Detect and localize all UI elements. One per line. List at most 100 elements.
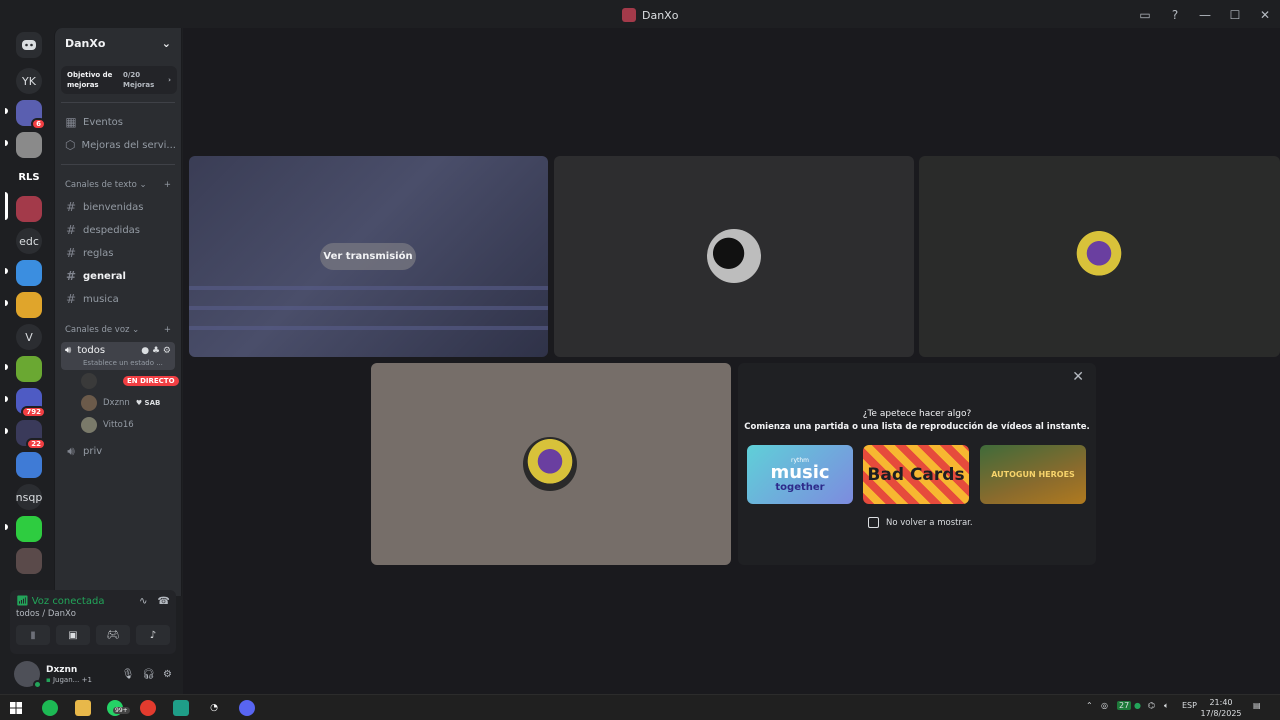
participant-tile[interactable] xyxy=(554,156,914,357)
clock[interactable]: 21:40 17/8/2025 xyxy=(1196,697,1246,719)
channel-musica[interactable]: # musica xyxy=(61,288,175,310)
server-avatar[interactable]: 22 xyxy=(16,420,46,450)
participant-tile[interactable] xyxy=(371,363,731,565)
close-icon[interactable]: ✕ xyxy=(1072,369,1084,385)
voice-status[interactable]: Establece un estado ... xyxy=(83,359,171,367)
voice-channel-priv[interactable]: 🔊︎ priv xyxy=(61,440,175,462)
voice-stage: Ver transmisión ✕ ¿Te apetece hacer algo… xyxy=(183,28,1280,694)
tray-app-badge[interactable]: 27 xyxy=(1117,701,1132,710)
server-rail: YK 6 RLS edc V 792 22 nsqp xyxy=(0,30,56,596)
channel-general[interactable]: # general xyxy=(61,265,175,287)
dont-show-again-checkbox[interactable]: No volver a mostrar. xyxy=(868,517,973,528)
whatsapp-icon[interactable]: 99+ xyxy=(107,700,130,716)
language-indicator[interactable]: ESP xyxy=(1182,701,1197,710)
server-avatar[interactable]: 6 xyxy=(16,100,46,130)
window-title: DanXo xyxy=(622,8,678,22)
guild-header[interactable]: DanXo ⌄ xyxy=(55,28,181,58)
server-avatar[interactable] xyxy=(16,452,42,478)
notifications-icon[interactable]: ▤ xyxy=(1253,701,1261,710)
watch-stream-button[interactable]: Ver transmisión xyxy=(320,243,416,270)
server-nsqp[interactable]: nsqp xyxy=(16,484,42,510)
microphone-icon[interactable]: 🎙︎ xyxy=(122,669,135,680)
wifi-icon[interactable]: ⌬ xyxy=(1148,701,1155,710)
avatar xyxy=(707,229,761,283)
hashtag-icon: # xyxy=(65,292,77,306)
channel-action-icons[interactable]: ● ♣ ⚙ xyxy=(141,346,171,356)
events-item[interactable]: ▦ Eventos xyxy=(61,111,175,133)
server-avatar[interactable] xyxy=(16,548,42,574)
spotify-icon[interactable] xyxy=(42,700,58,716)
server-avatar[interactable] xyxy=(16,132,42,158)
server-avatar[interactable] xyxy=(16,260,42,286)
gamepad-icon: ▪ xyxy=(46,675,51,684)
server-v[interactable]: V xyxy=(16,324,42,350)
signal-icon: 📶︎ xyxy=(16,596,29,607)
help-icon[interactable]: ? xyxy=(1160,8,1190,22)
inbox-icon[interactable]: ▭ xyxy=(1130,8,1160,22)
voice-user[interactable]: Dxznn ♥ SAB xyxy=(81,392,181,414)
server-yk[interactable]: YK xyxy=(16,68,42,94)
tray-app-icon[interactable]: ◎ xyxy=(1101,701,1108,710)
avatar xyxy=(81,395,97,411)
settings-gear-icon[interactable]: ⚙ xyxy=(163,669,172,680)
server-rls[interactable]: RLS xyxy=(16,164,42,190)
server-avatar[interactable] xyxy=(16,356,42,382)
speaker-icon: 🔊︎ xyxy=(67,443,75,458)
server-avatar[interactable]: 792 xyxy=(16,388,46,418)
server-avatar[interactable] xyxy=(16,292,42,318)
chevron-down-icon: ⌄ xyxy=(161,36,171,50)
guild-tag: ♥ SAB xyxy=(135,399,161,407)
participant-tile[interactable] xyxy=(919,156,1280,357)
activity-card-bad-cards[interactable]: Bad Cards xyxy=(863,445,969,504)
hashtag-icon: # xyxy=(65,269,77,283)
voice-channel-todos[interactable]: 🔊︎ todos ● ♣ ⚙ Establece un estado ... xyxy=(61,342,175,370)
discord-icon[interactable] xyxy=(239,700,255,716)
text-category[interactable]: Canales de texto ⌄ + xyxy=(61,175,175,195)
server-edc[interactable]: edc xyxy=(16,228,42,254)
channel-reglas[interactable]: # reglas xyxy=(61,242,175,264)
camera-off-button[interactable]: ▮ xyxy=(16,625,50,645)
add-channel-icon[interactable]: + xyxy=(164,180,171,190)
volume-icon[interactable]: 🔈︎ xyxy=(1164,701,1169,711)
voice-category[interactable]: Canales de voz ⌄ + xyxy=(61,320,175,340)
hashtag-icon: # xyxy=(65,200,77,214)
tray-status-icon[interactable]: ● xyxy=(1134,701,1141,710)
chevron-up-icon[interactable]: ⌃ xyxy=(1086,701,1093,710)
hashtag-icon: # xyxy=(65,223,77,237)
noise-suppression-icon[interactable]: ∿ xyxy=(139,596,147,607)
activity-button[interactable]: 🎮︎ xyxy=(96,625,130,645)
discord-home-icon[interactable] xyxy=(16,32,42,58)
server-icon xyxy=(622,8,636,22)
chevron-right-icon: › xyxy=(168,76,171,84)
avatar[interactable] xyxy=(14,661,42,689)
activity-card-music[interactable]: rythm music together xyxy=(747,445,853,504)
server-danxo[interactable] xyxy=(16,196,42,222)
headphones-icon[interactable]: 🎧︎ xyxy=(142,669,155,680)
maximize-button[interactable]: ☐ xyxy=(1220,8,1250,22)
boost-goal[interactable]: Objetivo de mejoras 0/20 Mejoras › xyxy=(61,66,177,94)
add-channel-icon[interactable]: + xyxy=(164,325,171,335)
app-icon[interactable]: ◔ xyxy=(206,700,222,716)
taskbar: 99+ ◔ ⌃ ◎ 27 ● ⌬ 🔈︎ ESP 21:40 17/8/2025 … xyxy=(0,694,1280,720)
voice-user[interactable]: EN DIRECTO xyxy=(81,370,181,392)
disconnect-icon[interactable]: ☎ xyxy=(158,596,170,607)
windows-start-icon[interactable] xyxy=(8,700,24,716)
server-avatar[interactable] xyxy=(16,516,42,542)
server-boost-item[interactable]: ⬡ Mejoras del servi... xyxy=(61,134,175,156)
activity-card-autogun[interactable]: AUTOGUN HEROES xyxy=(980,445,1086,504)
chrome-icon[interactable] xyxy=(140,700,156,716)
soundboard-button[interactable]: ♪ xyxy=(136,625,170,645)
minimize-button[interactable]: — xyxy=(1190,8,1220,22)
share-screen-button[interactable]: ▣ xyxy=(56,625,90,645)
hashtag-icon: # xyxy=(65,246,77,260)
channel-sidebar: DanXo ⌄ Objetivo de mejoras 0/20 Mejoras … xyxy=(54,28,182,596)
avatar xyxy=(81,373,97,389)
app-icon[interactable] xyxy=(173,700,189,716)
voice-user[interactable]: Vitto16 xyxy=(81,414,181,436)
file-explorer-icon[interactable] xyxy=(75,700,91,716)
close-window-button[interactable]: ✕ xyxy=(1250,8,1280,22)
online-status-icon xyxy=(33,680,42,689)
channel-bienvenidas[interactable]: # bienvenidas xyxy=(61,196,175,218)
stream-tile[interactable]: Ver transmisión xyxy=(189,156,548,357)
channel-despedidas[interactable]: # despedidas xyxy=(61,219,175,241)
